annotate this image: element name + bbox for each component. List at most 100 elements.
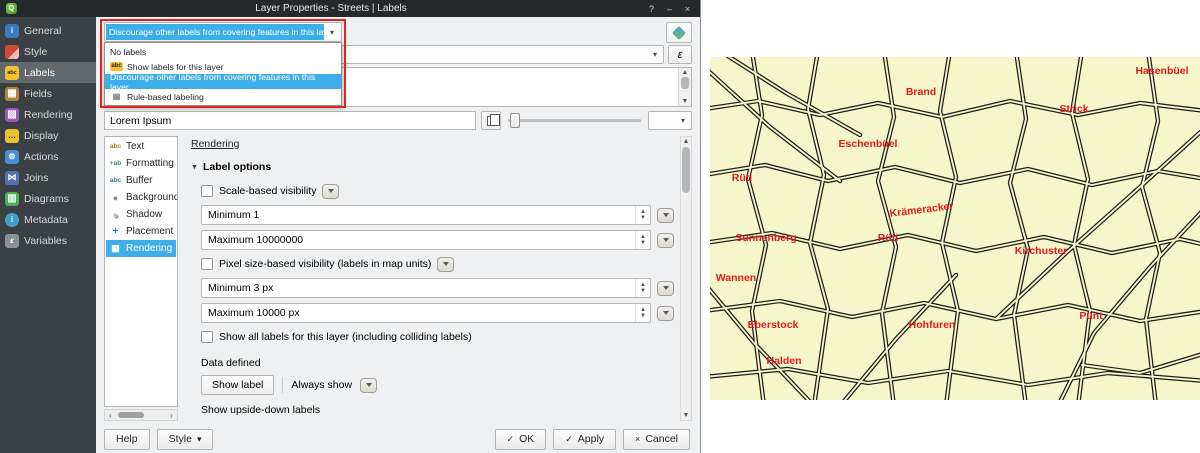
sidebar-item-rendering[interactable]: ▨ Rendering <box>0 104 96 125</box>
data-defined-override-button[interactable] <box>322 184 339 199</box>
data-defined-override-button[interactable] <box>657 306 674 321</box>
dialog-titlebar[interactable]: Q Layer Properties - Streets | Labels ? … <box>0 0 700 17</box>
sidebar-item-diagrams[interactable]: ▥ Diagrams <box>0 188 96 209</box>
window-minimize-button[interactable]: – <box>663 4 676 14</box>
expression-scrollbar[interactable]: ▲ ▼ <box>678 68 691 106</box>
show-all-labels-checkbox[interactable] <box>201 331 213 343</box>
data-defined-override-button[interactable] <box>360 378 377 393</box>
abc-labels-icon: abc <box>110 62 123 71</box>
stepper-arrows[interactable]: ▲▼ <box>635 279 650 297</box>
cancel-button[interactable]: × Cancel <box>623 429 690 450</box>
settings-item-shadow[interactable]: ● Shadow <box>106 206 176 223</box>
scroll-thumb[interactable] <box>681 77 689 89</box>
scroll-up-icon[interactable]: ▲ <box>683 138 690 145</box>
rendering-icon: ▨ <box>5 108 19 122</box>
stepper-arrows[interactable]: ▲▼ <box>635 206 650 224</box>
scale-visibility-checkbox[interactable] <box>201 185 213 197</box>
sidebar-item-joins[interactable]: ⋈ Joins <box>0 167 96 188</box>
placement-icon: + <box>108 226 123 237</box>
settings-item-rendering[interactable]: ▦ Rendering <box>106 240 176 257</box>
slider-handle[interactable] <box>510 113 520 128</box>
settings-list-scrollbar[interactable]: ‹ › <box>104 409 178 421</box>
step-down-icon[interactable]: ▼ <box>640 288 646 294</box>
scale-max-spinbox[interactable]: Maximum 10000000 ▲▼ <box>201 230 651 250</box>
dropdown-option-no-labels[interactable]: No labels <box>105 44 341 59</box>
label-mode-combobox[interactable]: Discourage other labels from covering fe… <box>104 22 342 42</box>
paintbrush-icon <box>5 45 19 59</box>
data-defined-label: Data defined <box>201 357 674 369</box>
sidebar-item-metadata[interactable]: i Metadata <box>0 209 96 230</box>
step-down-icon[interactable]: ▼ <box>640 313 646 319</box>
label-options-group-header[interactable]: ▼ Label options <box>191 161 674 173</box>
scroll-left-icon[interactable]: ‹ <box>105 411 116 420</box>
scroll-track[interactable] <box>682 145 690 412</box>
street-label: Sunnenberg <box>735 232 796 244</box>
override-triangle-icon <box>366 383 372 387</box>
scale-min-spinbox[interactable]: Minimum 1 ▲▼ <box>201 205 651 225</box>
join-icon: ⋈ <box>5 171 19 185</box>
apply-button-label: Apply <box>578 433 604 445</box>
pixel-visibility-checkbox[interactable] <box>201 258 213 270</box>
sidebar-item-actions[interactable]: ⚙ Actions <box>0 146 96 167</box>
scroll-up-icon[interactable]: ▲ <box>682 69 689 76</box>
data-defined-override-button[interactable] <box>657 281 674 296</box>
map-canvas[interactable]: HasenbüelBrandStrickEschenbüelRütiKrämer… <box>710 57 1200 400</box>
settings-item-buffer[interactable]: abc Buffer <box>106 172 176 189</box>
show-label-button[interactable]: Show label <box>201 375 274 395</box>
sidebar-item-variables[interactable]: ε Variables <box>0 230 96 251</box>
scroll-thumb[interactable] <box>118 412 144 418</box>
step-down-icon[interactable]: ▼ <box>640 215 646 221</box>
preview-zoom-slider[interactable] <box>506 111 643 130</box>
settings-item-background[interactable]: ● Background <box>106 189 176 206</box>
rule-based-icon: ▤ <box>110 92 123 101</box>
style-menu-button[interactable]: Style ▾ <box>157 429 214 450</box>
sidebar-item-labels[interactable]: abc Labels <box>0 62 96 83</box>
scroll-right-icon[interactable]: › <box>166 411 177 420</box>
panel-scrollbar[interactable]: ▲ ▼ <box>680 136 692 421</box>
preview-scale-combobox[interactable]: ▾ <box>648 111 692 130</box>
dropdown-option-label: Discourage other labels from covering fe… <box>110 72 336 92</box>
step-down-icon[interactable]: ▼ <box>640 240 646 246</box>
settings-item-label: Formatting <box>126 158 174 169</box>
window-help-button[interactable]: ? <box>645 4 658 14</box>
scroll-track[interactable] <box>116 411 166 419</box>
window-close-button[interactable]: × <box>681 4 694 14</box>
settings-item-label: Buffer <box>126 175 153 186</box>
data-defined-override-button[interactable] <box>437 257 454 272</box>
settings-item-text[interactable]: abc Text <box>106 138 176 155</box>
expression-builder-button[interactable]: ε <box>668 45 692 64</box>
sidebar-item-style[interactable]: Style <box>0 41 96 62</box>
copy-button[interactable] <box>481 111 501 130</box>
automated-placement-button[interactable] <box>666 22 692 43</box>
pixel-min-spinbox[interactable]: Minimum 3 px ▲▼ <box>201 278 651 298</box>
street-label: Pünt <box>1079 310 1103 322</box>
scroll-track[interactable] <box>681 76 689 98</box>
pixel-max-spinbox[interactable]: Maximum 10000 px ▲▼ <box>201 303 651 323</box>
settings-list-column: abc Text +ab Formatting abc Buffer <box>104 136 178 421</box>
data-defined-override-button[interactable] <box>657 208 674 223</box>
group-title: Label options <box>203 161 271 173</box>
sidebar-item-fields[interactable]: ▦ Fields <box>0 83 96 104</box>
settings-item-placement[interactable]: + Placement <box>106 223 176 240</box>
ok-button[interactable]: ✓ OK <box>495 429 547 450</box>
pixel-min-row: Minimum 3 px ▲▼ <box>201 278 674 298</box>
data-defined-override-button[interactable] <box>657 233 674 248</box>
chart-icon: ▥ <box>5 192 19 206</box>
help-button[interactable]: Help <box>104 429 150 450</box>
settings-item-formatting[interactable]: +ab Formatting <box>106 155 176 172</box>
apply-button[interactable]: ✓ Apply <box>553 429 616 450</box>
ok-button-label: OK <box>519 433 534 445</box>
scroll-down-icon[interactable]: ▼ <box>682 98 689 105</box>
dropdown-option-discourage[interactable]: Discourage other labels from covering fe… <box>105 74 341 89</box>
sidebar-item-general[interactable]: i General <box>0 20 96 41</box>
sample-text-input[interactable]: Lorem Ipsum <box>104 111 476 130</box>
stepper-arrows[interactable]: ▲▼ <box>635 304 650 322</box>
show-all-labels-label: Show all labels for this layer (includin… <box>219 331 472 343</box>
stepper-arrows[interactable]: ▲▼ <box>635 231 650 249</box>
settings-item-label: Rendering <box>126 243 172 254</box>
help-button-label: Help <box>116 433 138 445</box>
sidebar-item-display[interactable]: … Display <box>0 125 96 146</box>
scroll-down-icon[interactable]: ▼ <box>683 412 690 419</box>
label-options-group-body: Scale-based visibility Minimum 1 ▲▼ <box>191 182 674 421</box>
scroll-thumb[interactable] <box>682 147 690 193</box>
